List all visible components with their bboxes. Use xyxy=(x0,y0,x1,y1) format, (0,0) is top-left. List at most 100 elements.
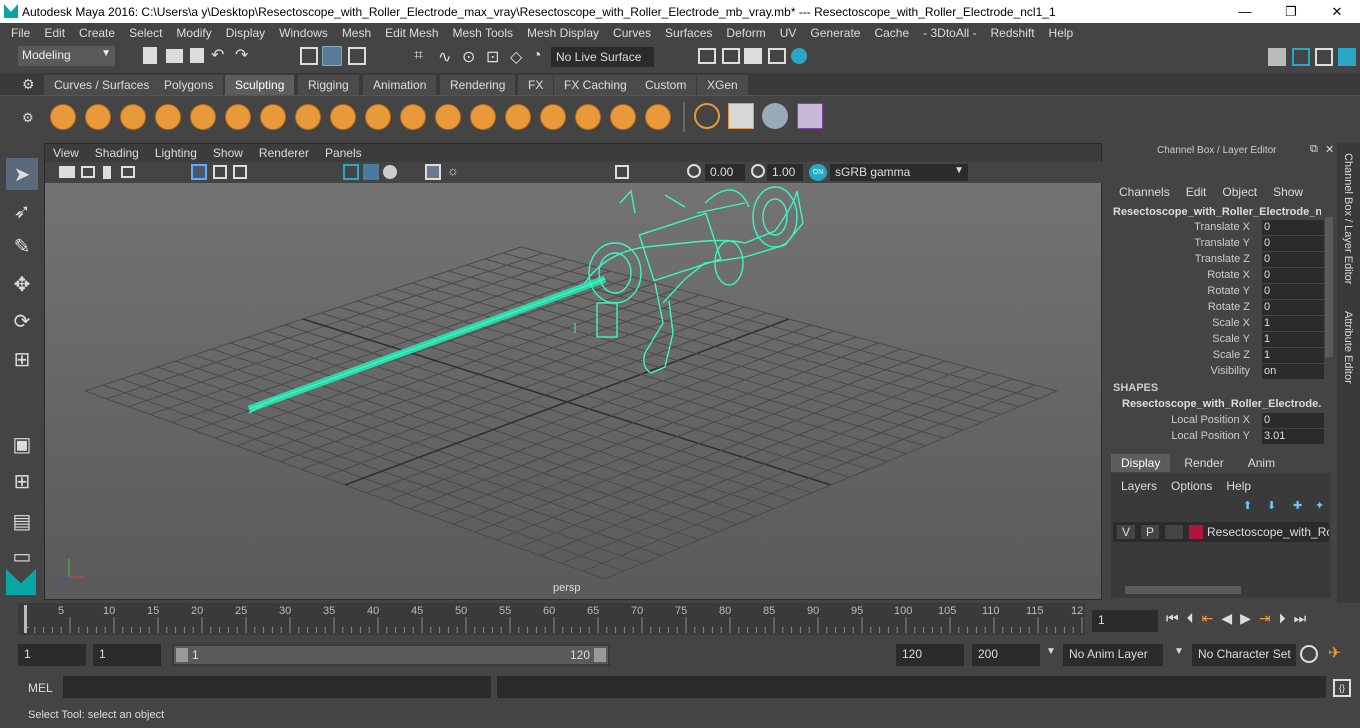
camera-icon[interactable] xyxy=(59,166,75,178)
range-slider-end-handle[interactable] xyxy=(594,648,606,662)
select-component-icon[interactable] xyxy=(348,47,366,65)
time-slider[interactable]: 1 5 10 15 20 25 30 35 40 45 50 55 60 65 … xyxy=(18,603,1085,635)
play-forwards-icon[interactable]: ▶ xyxy=(1240,610,1251,627)
tab-sculpting[interactable]: Sculpting xyxy=(225,75,295,95)
options-menu[interactable]: Options xyxy=(1171,479,1212,493)
menu-modify[interactable]: Modify xyxy=(169,26,218,40)
snap-curve-icon[interactable]: ∿ xyxy=(438,47,451,67)
workspace-icon[interactable] xyxy=(1268,48,1286,66)
attr-translate-y[interactable]: Translate Y0 xyxy=(1107,236,1327,252)
tab-display[interactable]: Display xyxy=(1111,454,1171,472)
menu-help[interactable]: Help xyxy=(1042,26,1081,40)
minimize-button[interactable]: — xyxy=(1222,0,1268,23)
mel-label[interactable]: MEL xyxy=(28,681,53,695)
pinch-tool-icon[interactable] xyxy=(190,104,216,130)
menu-deform[interactable]: Deform xyxy=(719,26,772,40)
snap-point-icon[interactable]: ⊙ xyxy=(462,47,475,67)
menu-redshift[interactable]: Redshift xyxy=(984,26,1042,40)
step-forward-frame-icon[interactable]: ⏵ xyxy=(1279,610,1286,627)
side-tab-attribute-editor[interactable]: Attribute Editor xyxy=(1342,311,1354,384)
play-backwards-icon[interactable]: ◀ xyxy=(1221,610,1232,627)
move-layer-up-icon[interactable]: ⬆ xyxy=(1243,499,1252,512)
chevron-down-icon[interactable]: ▼ xyxy=(1174,646,1184,657)
fill-tool-icon[interactable] xyxy=(470,104,496,130)
exposure-icon[interactable] xyxy=(687,164,701,178)
attr-rotate-z[interactable]: Rotate Z0 xyxy=(1107,300,1327,316)
undo-icon[interactable]: ↶ xyxy=(211,45,224,65)
attr-visibility[interactable]: Visibility on xyxy=(1107,364,1327,380)
mel-input[interactable] xyxy=(63,676,491,698)
range-slider-start-handle[interactable] xyxy=(176,648,188,662)
viewport-menu-shading[interactable]: Shading xyxy=(87,146,147,160)
menu-curves[interactable]: Curves xyxy=(606,26,658,40)
go-to-start-icon[interactable]: ⏮ xyxy=(1166,610,1179,627)
tab-animation[interactable]: Animation xyxy=(363,75,437,95)
menu-edit-mesh[interactable]: Edit Mesh xyxy=(378,26,445,40)
attribute-editor-icon[interactable] xyxy=(1315,48,1333,66)
image-plane-icon[interactable] xyxy=(121,166,135,178)
anim-layer-dropdown[interactable]: No Anim Layer xyxy=(1063,644,1163,666)
attr-rotate-x[interactable]: Rotate X0 xyxy=(1107,268,1327,284)
smooth-tool-icon[interactable] xyxy=(85,104,111,130)
gear-icon[interactable]: ⚙ xyxy=(22,76,35,93)
exposure-field[interactable]: 0.00 xyxy=(705,164,745,181)
animation-end-field[interactable]: 200 xyxy=(972,644,1040,666)
attr-scale-z[interactable]: Scale Z1 xyxy=(1107,348,1327,364)
range-slider[interactable]: 1 120 xyxy=(172,644,610,666)
snap-grid-icon[interactable]: ⌗ xyxy=(414,47,423,65)
outliner-layout-icon[interactable]: ▤ xyxy=(6,505,38,537)
menu-mesh-tools[interactable]: Mesh Tools xyxy=(446,26,520,40)
side-tab-channel-box[interactable]: Channel Box / Layer Editor xyxy=(1342,153,1354,284)
move-tool-icon[interactable]: ✥ xyxy=(6,268,38,300)
menu-display[interactable]: Display xyxy=(219,26,272,40)
layers-menu[interactable]: Layers xyxy=(1121,479,1157,493)
tab-xgen[interactable]: XGen xyxy=(697,75,748,95)
menu-cache[interactable]: Cache xyxy=(867,26,916,40)
layer-visibility-toggle[interactable]: V xyxy=(1117,525,1135,539)
smooth-shade-icon[interactable] xyxy=(363,164,379,180)
viewport-menu-view[interactable]: View xyxy=(45,146,87,160)
attr-translate-z[interactable]: Translate Z0 xyxy=(1107,252,1327,268)
materials-icon[interactable] xyxy=(762,103,788,129)
step-back-frame-icon[interactable]: ⏴ xyxy=(1187,610,1194,627)
object-name[interactable]: Resectoscope_with_Roller_Electrode_n... xyxy=(1113,206,1321,218)
new-layer-icon[interactable]: ✚ xyxy=(1293,499,1302,512)
tab-fx[interactable]: FX xyxy=(518,75,554,95)
channel-box-icon[interactable] xyxy=(1338,48,1356,66)
repeat-tool-icon[interactable] xyxy=(330,104,356,130)
modeling-toolkit-icon[interactable] xyxy=(1292,48,1310,66)
new-scene-icon[interactable] xyxy=(143,47,157,64)
tab-polygons[interactable]: Polygons xyxy=(154,75,224,95)
save-scene-icon[interactable] xyxy=(190,48,204,63)
color-management-icon[interactable]: ON xyxy=(809,164,827,181)
attr-local-position-x[interactable]: Local Position X0 xyxy=(1107,413,1327,429)
render-settings-icon[interactable] xyxy=(768,48,786,64)
gamma-field[interactable]: 1.00 xyxy=(767,164,803,181)
render-view-icon[interactable] xyxy=(698,48,716,64)
scrape-tool-icon[interactable] xyxy=(435,104,461,130)
script-editor-icon[interactable]: {} xyxy=(1333,679,1351,697)
layer-editor-hscrollbar[interactable] xyxy=(1125,586,1241,594)
layer-row[interactable]: V P Resectoscope_with_Roll xyxy=(1113,522,1329,542)
shape-name[interactable]: Resectoscope_with_Roller_Electrode... xyxy=(1122,398,1322,410)
attr-translate-x[interactable]: Translate X0 xyxy=(1107,220,1327,236)
animation-start-field[interactable]: 1 xyxy=(18,644,86,666)
chevron-down-icon[interactable]: ▼ xyxy=(1046,646,1056,657)
character-set-dropdown[interactable]: No Character Set xyxy=(1192,644,1296,666)
single-pane-layout-icon[interactable]: ▣ xyxy=(6,428,38,460)
step-forward-key-icon[interactable]: ⇥ xyxy=(1259,610,1271,627)
menu-create[interactable]: Create xyxy=(72,26,122,40)
tab-rendering[interactable]: Rendering xyxy=(440,75,516,95)
shelf-options-gear-icon[interactable]: ⚙ xyxy=(22,110,34,126)
close-panel-icon[interactable]: ✕ xyxy=(1325,143,1334,156)
current-frame-field[interactable]: 1 xyxy=(1092,610,1158,632)
menu-uv[interactable]: UV xyxy=(773,26,804,40)
sculpt-layers-icon[interactable] xyxy=(728,103,754,129)
menu-windows[interactable]: Windows xyxy=(272,26,335,40)
help-menu[interactable]: Help xyxy=(1226,479,1251,493)
convert-to-frozen-icon[interactable] xyxy=(694,103,720,129)
attr-local-position-y[interactable]: Local Position Y 3.01 xyxy=(1107,429,1327,445)
select-object-icon[interactable] xyxy=(322,46,342,66)
show-menu[interactable]: Show xyxy=(1273,185,1303,201)
live-surface-icon[interactable]: ◔ xyxy=(532,47,542,65)
